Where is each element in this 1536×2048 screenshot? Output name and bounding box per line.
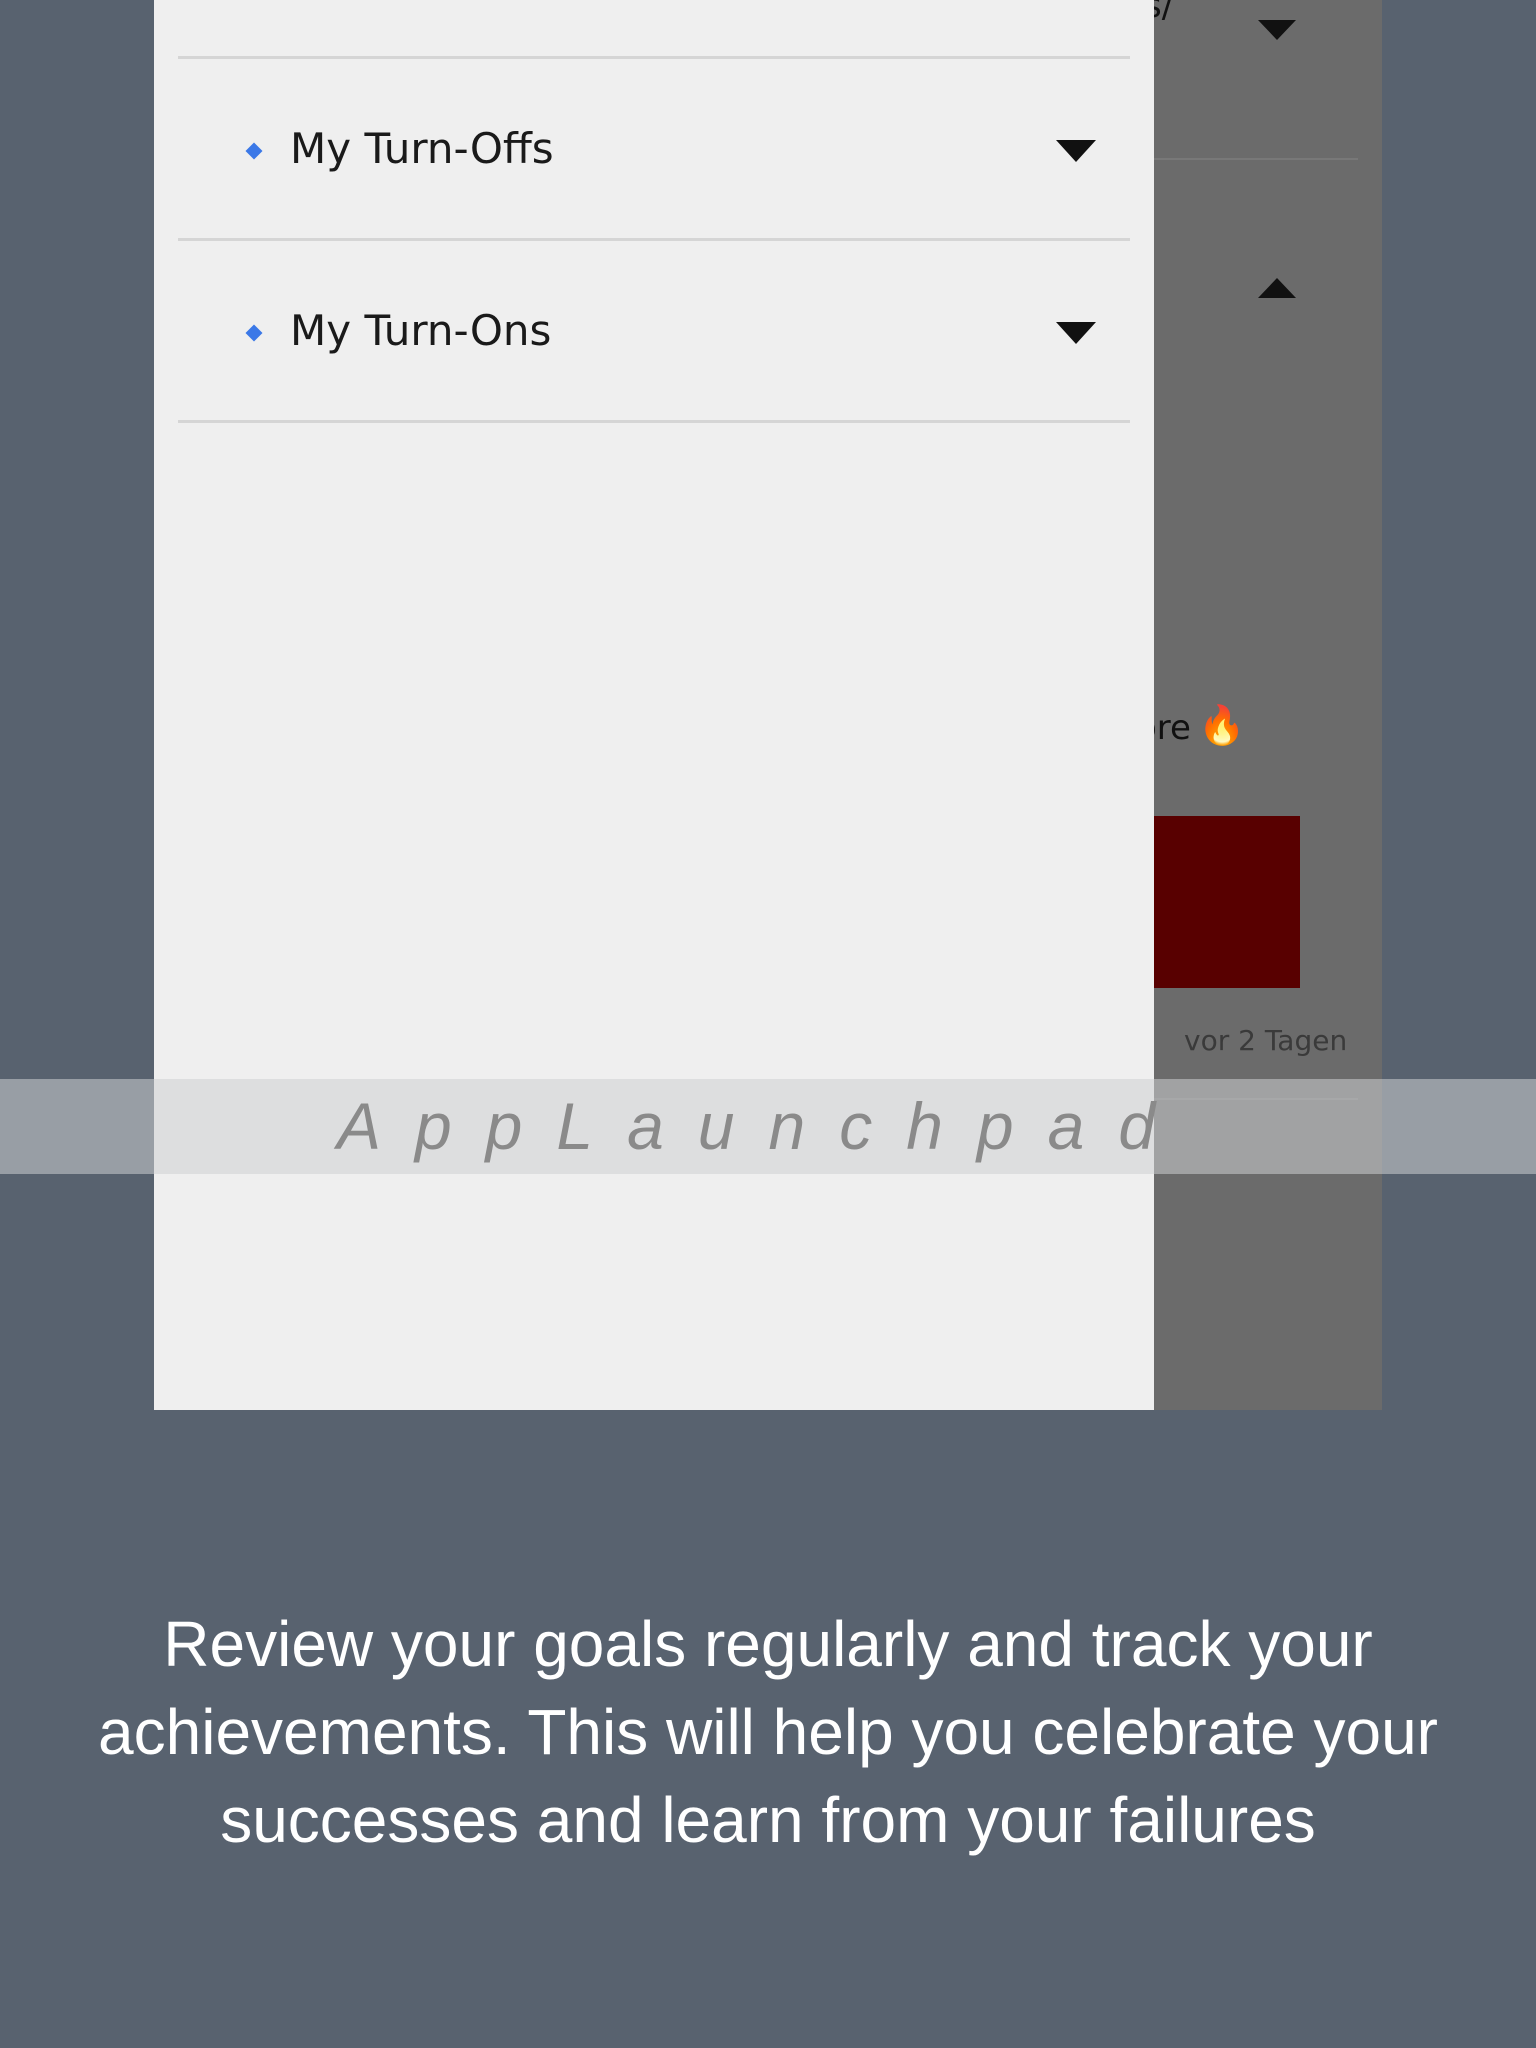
- chevron-down-icon[interactable]: [1056, 322, 1096, 344]
- chevron-up-icon: [1258, 278, 1296, 298]
- drawer-item-label: My Turn-Offs: [290, 124, 554, 173]
- background-divider: [1154, 158, 1358, 160]
- drawer-divider: [178, 420, 1130, 423]
- watermark-text: AppLaunchpad: [336, 1089, 1190, 1163]
- phone-screen: s/ ore 🔥 vor 2 Tagen My Turn-Offs My Tur…: [154, 0, 1382, 1410]
- drawer-item-label: My Turn-Ons: [290, 306, 552, 355]
- drawer-item-turn-offs[interactable]: My Turn-Offs: [178, 60, 1130, 240]
- promo-caption: Review your goals regularly and track yo…: [98, 1608, 1438, 1856]
- chevron-down-icon[interactable]: [1056, 140, 1096, 162]
- drawer-divider: [178, 56, 1130, 59]
- background-thumbnail: [1154, 816, 1300, 988]
- background-time-ago: vor 2 Tagen: [1184, 1024, 1348, 1057]
- navigation-drawer: My Turn-Offs My Turn-Ons: [154, 0, 1154, 1410]
- diamond-bullet-icon: [245, 324, 263, 342]
- diamond-bullet-icon: [245, 142, 263, 160]
- chevron-down-icon: [1258, 20, 1296, 40]
- fire-icon: 🔥: [1198, 705, 1246, 747]
- drawer-divider: [178, 238, 1130, 241]
- drawer-item-turn-ons[interactable]: My Turn-Ons: [178, 242, 1130, 422]
